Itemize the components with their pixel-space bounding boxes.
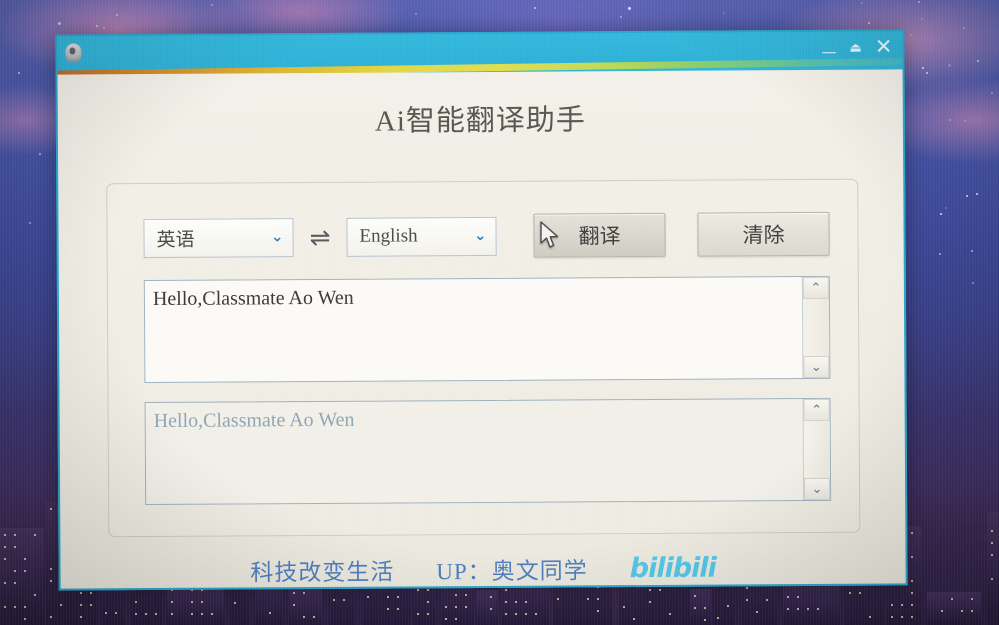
scroll-down-icon[interactable]: ⌄ (804, 477, 831, 501)
footer-uploader: UP：奥文同学 (436, 558, 588, 585)
app-window: — ⏏ ✕ Ai智能翻译助手 英语 ⌄ ⇌ English ⌄ 翻译 清除 He… (55, 29, 908, 591)
maximize-icon[interactable]: ⏏ (849, 41, 861, 56)
scroll-down-icon[interactable]: ⌄ (803, 355, 830, 379)
footer: 科技改变生活 UP：奥文同学 bilibili (60, 549, 905, 588)
target-language-select[interactable]: English ⌄ (346, 216, 497, 257)
chevron-down-icon: ⌄ (270, 227, 284, 246)
source-text[interactable]: Hello,Classmate Ao Wen (145, 277, 803, 382)
app-capsule-icon (65, 43, 82, 63)
controls-row: 英语 ⌄ ⇌ English ⌄ 翻译 清除 (143, 211, 830, 260)
bilibili-logo: bilibili (629, 552, 716, 584)
target-language-value: English (359, 225, 418, 247)
swap-languages-icon[interactable]: ⇌ (309, 222, 330, 251)
source-scrollbar[interactable]: ⌃ ⌄ (801, 276, 830, 379)
scroll-up-icon[interactable]: ⌃ (803, 398, 830, 422)
chevron-down-icon: ⌄ (473, 226, 487, 245)
minimize-icon[interactable]: — (821, 43, 836, 61)
source-language-select[interactable]: 英语 ⌄ (143, 217, 294, 258)
window-client-area: Ai智能翻译助手 英语 ⌄ ⇌ English ⌄ 翻译 清除 Hello,Cl… (57, 69, 906, 589)
scroll-up-icon[interactable]: ⌃ (802, 276, 829, 300)
target-text[interactable]: Hello,Classmate Ao Wen (146, 399, 804, 504)
target-textarea[interactable]: Hello,Classmate Ao Wen ⌃ ⌄ (144, 397, 832, 506)
close-icon[interactable]: ✕ (875, 34, 893, 58)
page-title: Ai智能翻译助手 (374, 104, 586, 138)
main-panel: 英语 ⌄ ⇌ English ⌄ 翻译 清除 Hello,Classmate A… (106, 178, 861, 538)
target-scrollbar[interactable]: ⌃ ⌄ (802, 398, 831, 501)
footer-slogan: 科技改变生活 (250, 559, 395, 586)
window-controls: — ⏏ ✕ (821, 34, 893, 60)
clear-button[interactable]: 清除 (697, 211, 830, 257)
translate-button[interactable]: 翻译 (533, 212, 666, 258)
source-textarea[interactable]: Hello,Classmate Ao Wen ⌃ ⌄ (143, 275, 831, 384)
source-language-value: 英语 (156, 229, 195, 251)
